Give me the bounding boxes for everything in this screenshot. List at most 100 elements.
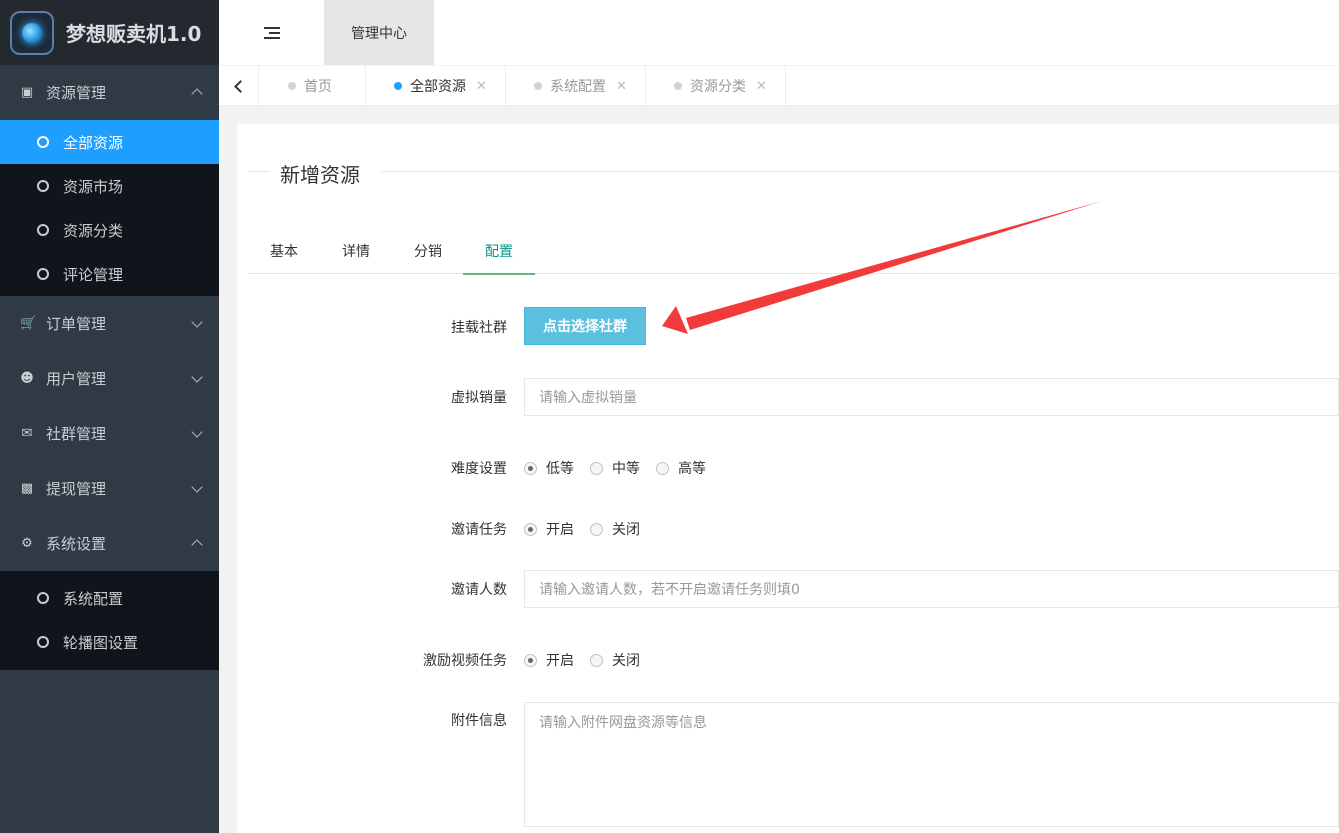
tab-all-resources[interactable]: 全部资源 ✕ [366,66,506,106]
sidebar-group-label: 系统设置 [46,535,107,553]
circle-icon [37,180,49,192]
form-panel: 新增资源 基本 详情 分销 配置 挂载社群 点击选择社群 虚拟销量 请输入虚拟销… [237,124,1339,833]
radio-unchecked-icon [590,461,603,475]
sidebar-submenu-settings: 系统配置 轮播图设置 [0,571,219,670]
tab-basic[interactable]: 基本 [248,228,320,274]
sidebar-group-label: 提现管理 [46,480,107,498]
sidebar-item-label: 系统配置 [63,589,124,608]
tab-details[interactable]: 详情 [320,228,392,274]
radio-label: 开启 [546,653,574,669]
radio-label: 关闭 [612,653,640,669]
sidebar-group-community[interactable]: ✉ 社群管理 [0,406,219,461]
sidebar-item-carousel[interactable]: 轮播图设置 [0,620,219,664]
invite-task-on-radio[interactable]: 开启 [524,519,574,539]
lightbulb-logo-icon [10,10,54,55]
menu-indent-icon [263,26,280,39]
tab-label: 全部资源 [410,79,466,95]
sidebar-item-label: 资源市场 [63,177,124,196]
sidebar-group-settings[interactable]: ⚙ 系统设置 [0,516,219,571]
circle-icon [37,268,49,280]
radio-checked-icon [524,653,537,667]
difficulty-radio-group: 低等 中等 高等 [524,458,722,478]
sidebar: 梦想贩卖机1.0 ▣ 资源管理 全部资源 资源市场 资源分类 评论管理 🛒 订单… [0,0,219,833]
form-tabs: 基本 详情 分销 配置 [248,228,1339,275]
difficulty-label: 难度设置 [451,461,507,477]
virtual-sales-input[interactable]: 请输入虚拟销量 [524,378,1339,416]
sidebar-item-resource-market[interactable]: 资源市场 [0,164,219,208]
sidebar-item-comments[interactable]: 评论管理 [0,252,219,296]
tab-label: 系统配置 [550,79,606,95]
difficulty-high-radio[interactable]: 高等 [656,458,706,478]
invite-count-label: 邀请人数 [451,582,507,598]
logo-bar: 梦想贩卖机1.0 [0,0,219,65]
gear-icon: ⚙ [21,535,33,551]
sidebar-item-all-resources[interactable]: 全部资源 [0,120,219,164]
sidebar-group-label: 社群管理 [46,425,107,443]
sidebar-item-label: 全部资源 [63,133,124,152]
tab-system-config[interactable]: 系统配置 ✕ [506,66,646,106]
circle-icon [37,224,49,236]
legend-divider [248,171,270,172]
sidebar-group-withdraw[interactable]: ▩ 提现管理 [0,461,219,516]
menu-toggle-button[interactable] [219,0,324,65]
close-icon[interactable]: ✕ [476,79,487,94]
cart-icon: 🛒 [20,315,37,331]
video-task-on-radio[interactable]: 开启 [524,650,574,670]
tab-resource-category[interactable]: 资源分类 ✕ [646,66,786,106]
tab-label: 资源分类 [690,79,746,95]
sidebar-group-label: 用户管理 [46,370,107,388]
radio-label: 高等 [678,461,706,477]
mount-group-label: 挂载社群 [451,320,507,336]
close-icon[interactable]: ✕ [616,79,627,94]
sidebar-submenu-resource: 全部资源 资源市场 资源分类 评论管理 [0,120,219,296]
invite-task-off-radio[interactable]: 关闭 [590,519,640,539]
chevron-down-icon [191,481,203,493]
radio-label: 开启 [546,522,574,538]
sidebar-item-system-config[interactable]: 系统配置 [0,576,219,620]
close-icon[interactable]: ✕ [756,79,767,94]
header-tab-admin[interactable]: 管理中心 [324,0,434,65]
chevron-down-icon [191,426,203,438]
chevron-down-icon [191,316,203,328]
difficulty-medium-radio[interactable]: 中等 [590,458,640,478]
dot-icon [534,82,542,90]
tab-home[interactable]: 首页 [260,66,366,106]
sidebar-group-label: 资源管理 [46,84,107,102]
form-legend: 新增资源 [280,159,360,188]
video-task-radio-group: 开启 关闭 [524,650,656,670]
video-task-off-radio[interactable]: 关闭 [590,650,640,670]
difficulty-low-radio[interactable]: 低等 [524,458,574,478]
radio-unchecked-icon [656,461,669,475]
sidebar-item-label: 评论管理 [63,265,124,284]
circle-icon [37,636,49,648]
sidebar-group-resource[interactable]: ▣ 资源管理 [0,65,219,120]
attachment-label: 附件信息 [451,713,507,729]
dot-icon [288,82,296,90]
sidebar-group-users[interactable]: ☻ 用户管理 [0,351,219,406]
sidebar-item-label: 资源分类 [63,221,124,240]
chevron-up-icon [191,88,203,100]
tab-config[interactable]: 配置 [463,228,535,275]
legend-divider [381,171,1339,172]
radio-label: 低等 [546,461,574,477]
tab-distribution[interactable]: 分销 [392,228,464,274]
sidebar-item-resource-category[interactable]: 资源分类 [0,208,219,252]
sidebar-item-label: 轮播图设置 [63,633,139,652]
money-icon: ▩ [20,480,34,496]
page-tabbar: 首页 全部资源 ✕ 系统配置 ✕ 资源分类 ✕ [219,66,1339,106]
radio-checked-icon [524,461,537,475]
invite-count-input[interactable]: 请输入邀请人数，若不开启邀请任务则填0 [524,570,1339,608]
app-title: 梦想贩卖机1.0 [66,22,202,46]
top-header: 管理中心 [219,0,1339,65]
sidebar-group-label: 订单管理 [46,315,107,333]
attachment-textarea[interactable]: 请输入附件网盘资源等信息 [524,702,1339,827]
tab-scroll-left-button[interactable] [219,66,259,106]
dot-icon [394,82,402,90]
chat-icon: ✉ [21,425,33,441]
sidebar-group-orders[interactable]: 🛒 订单管理 [0,296,219,351]
circle-icon [37,592,49,604]
book-icon: ▣ [20,84,34,100]
choose-group-button[interactable]: 点击选择社群 [524,307,646,345]
radio-unchecked-icon [590,653,603,667]
invite-task-radio-group: 开启 关闭 [524,519,656,539]
